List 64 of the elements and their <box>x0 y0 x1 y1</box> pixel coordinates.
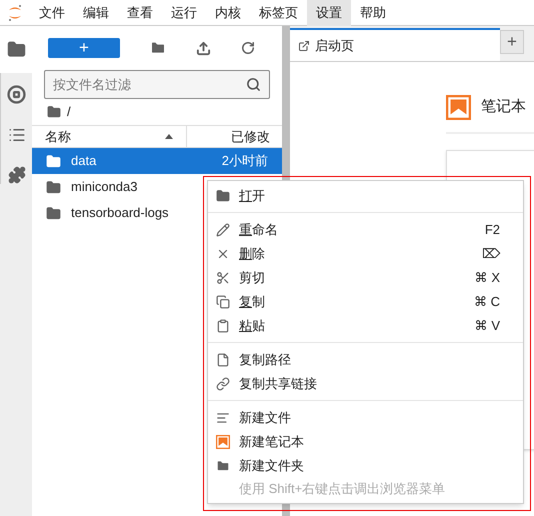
file-name: tensorboard-logs <box>71 204 169 222</box>
menu-item[interactable]: 内核 <box>206 0 250 26</box>
menu-entry[interactable]: 复制 ⌘ C <box>208 290 523 314</box>
shortcut-label: ⌘ C <box>474 293 501 312</box>
menu-item[interactable]: 设置 <box>307 0 351 26</box>
folder-icon <box>47 105 61 119</box>
menu-item[interactable]: 文件 <box>30 0 74 26</box>
shortcut-label: ⌦ <box>482 245 502 264</box>
menu-hint: 使用 Shift+右键点击调出浏览器菜单 <box>238 480 446 498</box>
clipboard-icon <box>216 319 230 333</box>
puzzle-icon[interactable] <box>8 166 26 184</box>
text-lines-icon <box>216 411 230 425</box>
close-icon <box>216 247 230 261</box>
list-icon[interactable] <box>8 126 26 144</box>
pencil-icon <box>216 223 230 237</box>
file-name: data <box>71 152 96 170</box>
menu-item[interactable]: 标签页 <box>250 0 307 26</box>
sort-ascending-icon <box>165 134 173 139</box>
upload-icon[interactable] <box>196 40 211 56</box>
filter-field[interactable]: 按文件名过滤 <box>44 70 270 99</box>
menu-entry[interactable]: 新建笔记本 <box>208 430 523 454</box>
file-row[interactable]: data 2小时前 <box>32 148 282 174</box>
menu-entry[interactable]: 复制共享链接 <box>208 372 523 396</box>
menu-entry[interactable]: 粘贴 ⌘ V <box>208 314 523 338</box>
tab-label: 启动页 <box>315 36 354 55</box>
link-icon <box>216 377 230 391</box>
copy-icon <box>216 295 230 309</box>
menu-item[interactable]: 编辑 <box>74 0 118 26</box>
modified-time: 2小时前 <box>222 152 268 170</box>
launcher-tab[interactable]: 启动页 <box>290 28 500 61</box>
folder-icon[interactable] <box>6 40 26 59</box>
menu-item[interactable]: 查看 <box>118 0 162 26</box>
menu-entry[interactable]: 重命名 F2 <box>208 218 523 242</box>
modified-column-header[interactable]: 已修改 <box>187 126 282 146</box>
menu-item[interactable]: 帮助 <box>351 0 395 26</box>
menu-entry[interactable]: 剪切 ⌘ X <box>208 266 523 290</box>
file-icon <box>216 353 230 367</box>
folder-icon <box>46 206 61 220</box>
menu-item[interactable]: 运行 <box>162 0 206 26</box>
folder-icon <box>46 154 61 168</box>
menu-entry[interactable]: 新建文件 <box>208 406 523 430</box>
search-icon <box>246 77 261 92</box>
new-button[interactable]: + <box>48 38 120 58</box>
name-column-header[interactable]: 名称 <box>45 126 71 146</box>
scissors-icon <box>216 271 230 285</box>
breadcrumb-link[interactable]: / <box>67 102 71 122</box>
folder-icon <box>46 180 61 194</box>
filter-input[interactable]: 按文件名过滤 <box>53 74 246 94</box>
external-link-icon <box>298 40 310 52</box>
shortcut-label: ⌘ V <box>474 317 501 336</box>
folder-icon <box>216 189 230 203</box>
add-tab-button[interactable]: + <box>500 30 524 54</box>
menu-entry[interactable]: 新建文件夹 <box>208 454 523 478</box>
refresh-icon[interactable] <box>241 41 255 55</box>
bookmark-icon <box>216 435 230 449</box>
menu-entry[interactable]: 打开 <box>208 184 523 208</box>
menu-entry[interactable]: 删除 ⌦ <box>208 242 523 266</box>
menu-entry[interactable]: 复制路径 <box>208 348 523 372</box>
stop-icon[interactable] <box>7 85 26 104</box>
file-name: miniconda3 <box>71 178 138 196</box>
shortcut-label: F2 <box>484 221 501 240</box>
section-title: 笔记本 <box>481 97 526 118</box>
logo-icon <box>7 4 23 22</box>
shortcut-label: ⌘ X <box>474 269 501 288</box>
